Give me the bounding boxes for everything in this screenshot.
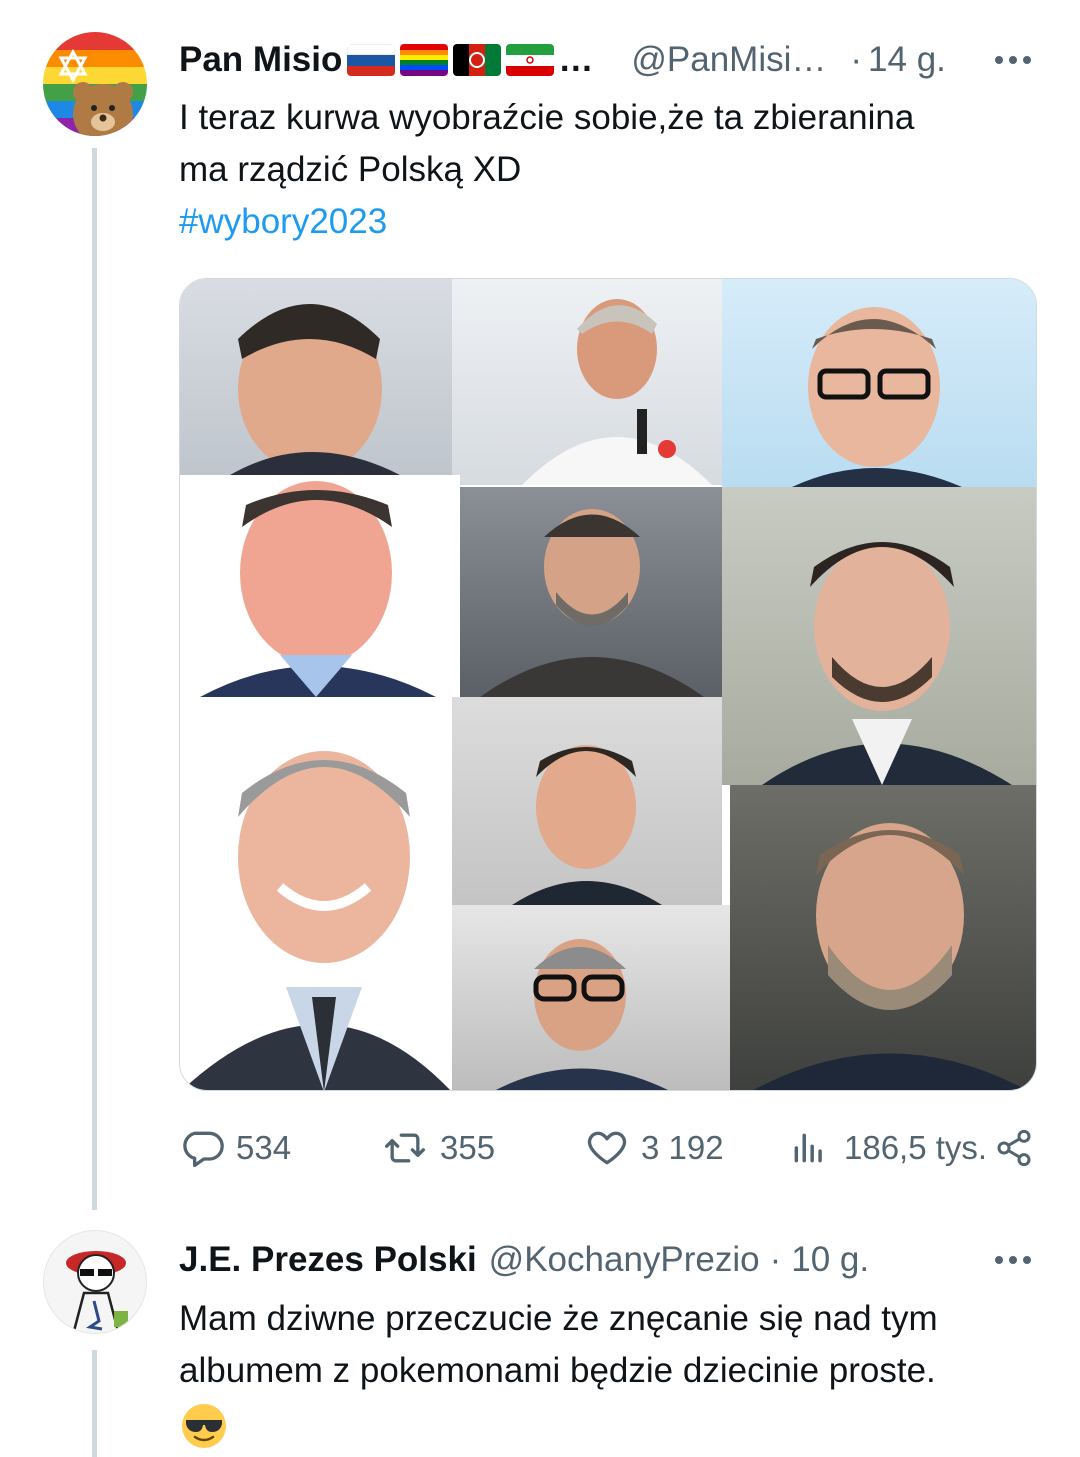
more-dot-icon bbox=[1009, 56, 1017, 64]
like-button[interactable]: 3 192 bbox=[585, 1126, 724, 1170]
russia-flag-icon bbox=[347, 44, 396, 76]
cartoon-sunglasses-avatar-icon bbox=[66, 1251, 128, 1332]
more-options-button[interactable] bbox=[995, 56, 1031, 64]
tweet-action-bar: 534 355 3 192 186,5 tys. bbox=[0, 1122, 1080, 1182]
views-bar-chart-icon bbox=[794, 1133, 822, 1163]
reply-author-avatar[interactable] bbox=[43, 1230, 147, 1334]
politician-photo-4 bbox=[180, 475, 460, 697]
sunglasses-emoji-icon: 😎 bbox=[180, 1402, 228, 1450]
reply-button[interactable]: 534 bbox=[180, 1126, 291, 1170]
politician-photo-3 bbox=[722, 279, 1036, 487]
rainbow-flag-icon bbox=[400, 44, 449, 76]
share-icon bbox=[997, 1129, 1031, 1167]
politician-photo-7 bbox=[180, 697, 452, 1090]
reply-count: 534 bbox=[236, 1129, 292, 1166]
reply-author-handle[interactable]: @KochanyPrezio bbox=[489, 1240, 760, 1280]
reply-text: Mam dziwne przeczucie że znęcanie się na… bbox=[179, 1293, 1069, 1397]
afghanistan-flag-icon bbox=[453, 44, 502, 76]
header-separator: · bbox=[850, 40, 863, 79]
author-name[interactable]: Pan Misio bbox=[179, 40, 342, 80]
share-button[interactable] bbox=[994, 1128, 1034, 1168]
more-dot-icon bbox=[995, 56, 1003, 64]
politician-photo-5 bbox=[460, 487, 722, 697]
iran-flag-icon bbox=[506, 44, 555, 76]
tweet-timestamp[interactable]: 14 g. bbox=[868, 40, 946, 80]
teddy-bear-rainbow-avatar-icon bbox=[43, 32, 147, 136]
reply-text-line: Mam dziwne przeczucie że znęcanie się na… bbox=[179, 1299, 938, 1338]
more-dot-icon bbox=[1009, 1256, 1017, 1264]
reply-timestamp[interactable]: 10 g. bbox=[791, 1240, 869, 1280]
tweet-text: I teraz kurwa wyobraźcie sobie,że ta zbi… bbox=[179, 92, 1059, 248]
reply-icon bbox=[183, 1131, 224, 1168]
more-dot-icon bbox=[1023, 56, 1031, 64]
tweet-header: Pan Misio … @PanMisi… · 14 g. bbox=[179, 38, 946, 82]
repost-count: 355 bbox=[440, 1129, 496, 1166]
tweet-media-collage[interactable] bbox=[179, 278, 1037, 1091]
heart-icon bbox=[587, 1131, 627, 1165]
reply-author-name[interactable]: J.E. Prezes Polski bbox=[179, 1240, 477, 1280]
hashtag-link[interactable]: #wybory2023 bbox=[179, 196, 1059, 248]
reply-header-separator: · bbox=[769, 1240, 782, 1279]
politician-photo-2 bbox=[452, 279, 722, 485]
tweet-text-line: I teraz kurwa wyobraźcie sobie,że ta zbi… bbox=[179, 98, 915, 137]
repost-icon bbox=[385, 1133, 425, 1163]
reply-more-options-button[interactable] bbox=[995, 1256, 1031, 1264]
politician-photo-10 bbox=[730, 785, 1036, 1090]
more-dot-icon bbox=[1023, 1256, 1031, 1264]
reply-header: J.E. Prezes Polski @KochanyPrezio · 10 g… bbox=[179, 1238, 869, 1282]
name-overflow-ellipsis: … bbox=[558, 40, 594, 79]
thread-connector-line bbox=[92, 148, 97, 1210]
politician-photo-6 bbox=[722, 487, 1036, 785]
author-handle[interactable]: @PanMisi… bbox=[631, 40, 826, 80]
like-count: 3 192 bbox=[641, 1129, 724, 1166]
views-button[interactable]: 186,5 tys. bbox=[790, 1126, 987, 1170]
views-count: 186,5 tys. bbox=[844, 1129, 988, 1166]
politician-photo-9 bbox=[452, 905, 730, 1090]
reply-text-line: albumem z pokemonami będzie dziecinie pr… bbox=[179, 1351, 936, 1390]
tweet-text-line: ma rządzić Polską XD bbox=[179, 150, 522, 189]
author-avatar[interactable] bbox=[43, 32, 147, 136]
more-dot-icon bbox=[995, 1256, 1003, 1264]
politician-photo-8 bbox=[452, 697, 722, 905]
repost-button[interactable]: 355 bbox=[382, 1126, 495, 1170]
reply-thread-line bbox=[92, 1350, 97, 1457]
politician-photo-1 bbox=[180, 279, 452, 475]
